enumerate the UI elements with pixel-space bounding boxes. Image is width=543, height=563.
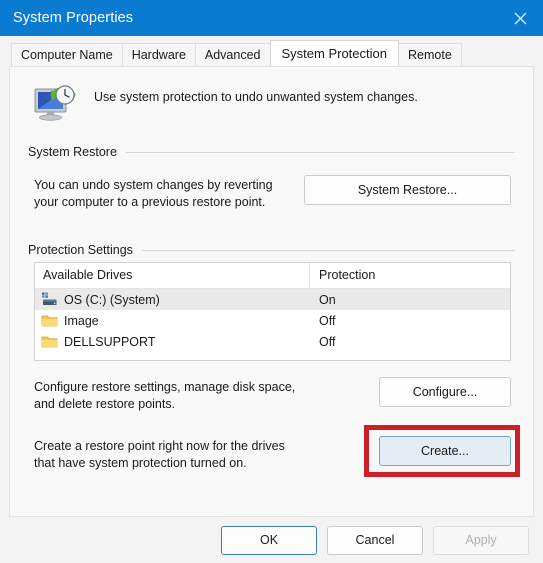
apply-button: Apply [433,525,529,555]
drive-name: Image [64,313,99,328]
create-row: Create a restore point right now for the… [34,425,520,477]
page-header: Use system protection to undo unwanted s… [28,67,515,125]
folder-icon [41,313,58,328]
drive-cell: OS (C:) (System) [35,292,310,307]
column-header-protection[interactable]: Protection [310,263,510,288]
system-restore-row: You can undo system changes by reverting… [34,175,511,210]
drive-name: DELLSUPPORT [64,334,156,349]
configure-row: Configure restore settings, manage disk … [34,377,511,412]
ok-button[interactable]: OK [221,525,317,555]
drive-name: OS (C:) (System) [64,292,160,307]
tab-system-protection[interactable]: System Protection [269,40,399,66]
system-restore-group-header: System Restore [28,145,515,159]
column-header-available-drives[interactable]: Available Drives [35,263,310,288]
system-restore-group: System Restore You can undo system chang… [28,145,515,210]
protection-settings-group-title: Protection Settings [28,243,133,257]
title-bar: System Properties [0,0,543,36]
tab-hardware[interactable]: Hardware [121,43,196,66]
tab-remote[interactable]: Remote [398,43,462,66]
group-divider [141,249,515,251]
list-header-row: Available Drives Protection [35,263,510,289]
table-row[interactable]: Image Off [35,310,510,331]
window-title: System Properties [13,10,134,26]
table-row[interactable]: OS (C:) (System) On [35,289,510,310]
system-restore-description: You can undo system changes by reverting… [34,178,273,209]
protection-status: Off [319,313,336,328]
table-row[interactable]: DELLSUPPORT Off [35,331,510,352]
tab-computer-name[interactable]: Computer Name [11,43,123,66]
close-icon[interactable] [497,0,543,36]
protection-status: Off [319,334,336,349]
system-restore-group-title: System Restore [28,145,117,159]
create-button-annotation-wrapper: Create... [364,425,520,477]
page-header-text: Use system protection to undo unwanted s… [94,90,418,104]
tab-advanced[interactable]: Advanced [194,43,271,66]
system-restore-button[interactable]: System Restore... [304,175,511,205]
group-divider [125,151,515,153]
tab-strip: Computer Name Hardware Advanced System P… [0,36,543,66]
create-button[interactable]: Create... [379,436,511,466]
create-description: Create a restore point right now for the… [34,439,285,470]
folder-icon [41,334,58,349]
cancel-button[interactable]: Cancel [327,525,423,555]
protection-settings-group: Protection Settings Available Drives Pro… [28,243,520,477]
dialog-footer: OK Cancel Apply [0,517,543,563]
system-properties-dialog: System Properties Computer Name Hardware… [0,0,543,563]
system-protection-icon [33,83,77,125]
drive-cell: DELLSUPPORT [35,334,310,349]
available-drives-list[interactable]: Available Drives Protection OS (C:) (Sys… [34,262,511,361]
drive-cell: Image [35,313,310,328]
configure-button[interactable]: Configure... [379,377,511,407]
hard-drive-icon [41,292,58,307]
protection-status: On [319,292,336,307]
configure-description: Configure restore settings, manage disk … [34,380,296,411]
system-protection-tab-page: Use system protection to undo unwanted s… [9,66,534,517]
protection-settings-group-header: Protection Settings [28,243,515,257]
